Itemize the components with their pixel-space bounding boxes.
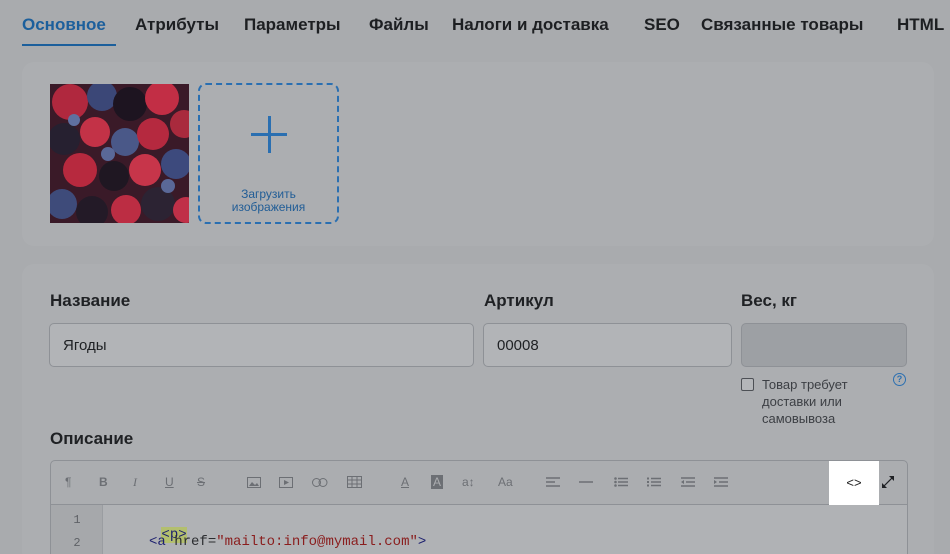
code-attr: href: [165, 534, 208, 550]
line-number: 1: [73, 513, 81, 527]
table-icon[interactable]: [347, 476, 362, 488]
delivery-checkbox[interactable]: [741, 378, 754, 391]
tab-files[interactable]: Файлы: [369, 15, 429, 35]
italic-icon[interactable]: I: [133, 475, 137, 490]
code-view-button[interactable]: <>: [829, 461, 879, 509]
link-icon[interactable]: [312, 478, 328, 487]
description-editor: ¶ B I U S A A a↕ Aa <> 1 2 <p> <a href="…: [50, 460, 908, 554]
product-tabs: Основное Атрибуты Параметры Файлы Налоги…: [0, 0, 950, 50]
line-number-gutter: 1 2: [51, 505, 103, 554]
plus-icon-vertical: [268, 116, 271, 153]
video-icon[interactable]: [279, 477, 293, 488]
code-eq: =: [207, 534, 217, 550]
code-tag-close: >: [417, 534, 427, 550]
product-thumbnail[interactable]: [50, 84, 189, 223]
active-tab-indicator: [22, 44, 116, 46]
sku-label: Артикул: [484, 291, 554, 310]
upload-label: Загрузить изображения: [200, 188, 337, 214]
code-line: <a href="mailto:info@mymail.com">: [149, 534, 426, 550]
strikethrough-icon[interactable]: S: [197, 475, 205, 489]
tab-main[interactable]: Основное: [22, 15, 106, 35]
paragraph-icon[interactable]: ¶: [65, 475, 71, 489]
outdent-icon[interactable]: [681, 477, 695, 487]
berries-photo-icon: [50, 84, 189, 223]
line-number: 2: [73, 536, 81, 550]
code-view-area[interactable]: 1 2 <p> <a href="mailto:info@mymail.com"…: [51, 505, 907, 554]
font-color-icon[interactable]: A: [401, 475, 409, 489]
question-circle-icon[interactable]: ?: [893, 373, 906, 386]
underline-icon[interactable]: U: [165, 475, 174, 489]
ordered-list-icon[interactable]: [647, 477, 661, 487]
font-family-icon[interactable]: Aa: [498, 475, 513, 489]
fullscreen-icon[interactable]: [881, 475, 895, 489]
bold-icon[interactable]: B: [99, 475, 108, 489]
upload-images-button[interactable]: Загрузить изображения: [198, 83, 339, 224]
weight-label: Вес, кг: [741, 291, 797, 310]
unordered-list-icon[interactable]: [614, 477, 628, 487]
indent-icon[interactable]: [714, 477, 728, 487]
delivery-checkbox-label: Товар требует доставки или самовывоза: [762, 377, 848, 426]
editor-toolbar: ¶ B I U S A A a↕ Aa <>: [51, 461, 907, 509]
tab-attributes[interactable]: Атрибуты: [135, 15, 219, 35]
code-view-icon: <>: [846, 475, 862, 490]
description-label: Описание: [50, 429, 134, 448]
upload-label-line1: Загрузить: [241, 187, 296, 201]
tab-html[interactable]: HTML: [897, 15, 944, 35]
tab-taxes-delivery[interactable]: Налоги и доставка: [452, 15, 609, 35]
name-input[interactable]: [49, 323, 474, 367]
code-string: "mailto:info@mymail.com": [216, 534, 418, 550]
background-color-icon[interactable]: A: [431, 475, 444, 489]
align-left-icon[interactable]: [546, 477, 560, 487]
weight-input[interactable]: [741, 323, 907, 367]
font-size-icon[interactable]: a↕: [462, 475, 475, 489]
upload-label-line2: изображения: [231, 200, 306, 214]
code-tag-open: <a: [149, 534, 166, 550]
image-icon[interactable]: [247, 477, 261, 488]
horizontal-rule-icon[interactable]: [579, 481, 593, 483]
tab-parameters[interactable]: Параметры: [244, 15, 341, 35]
name-label: Название: [50, 291, 131, 310]
sku-input[interactable]: [483, 323, 732, 367]
tab-seo[interactable]: SEO: [644, 15, 680, 35]
tab-related-products[interactable]: Связанные товары: [701, 15, 863, 35]
